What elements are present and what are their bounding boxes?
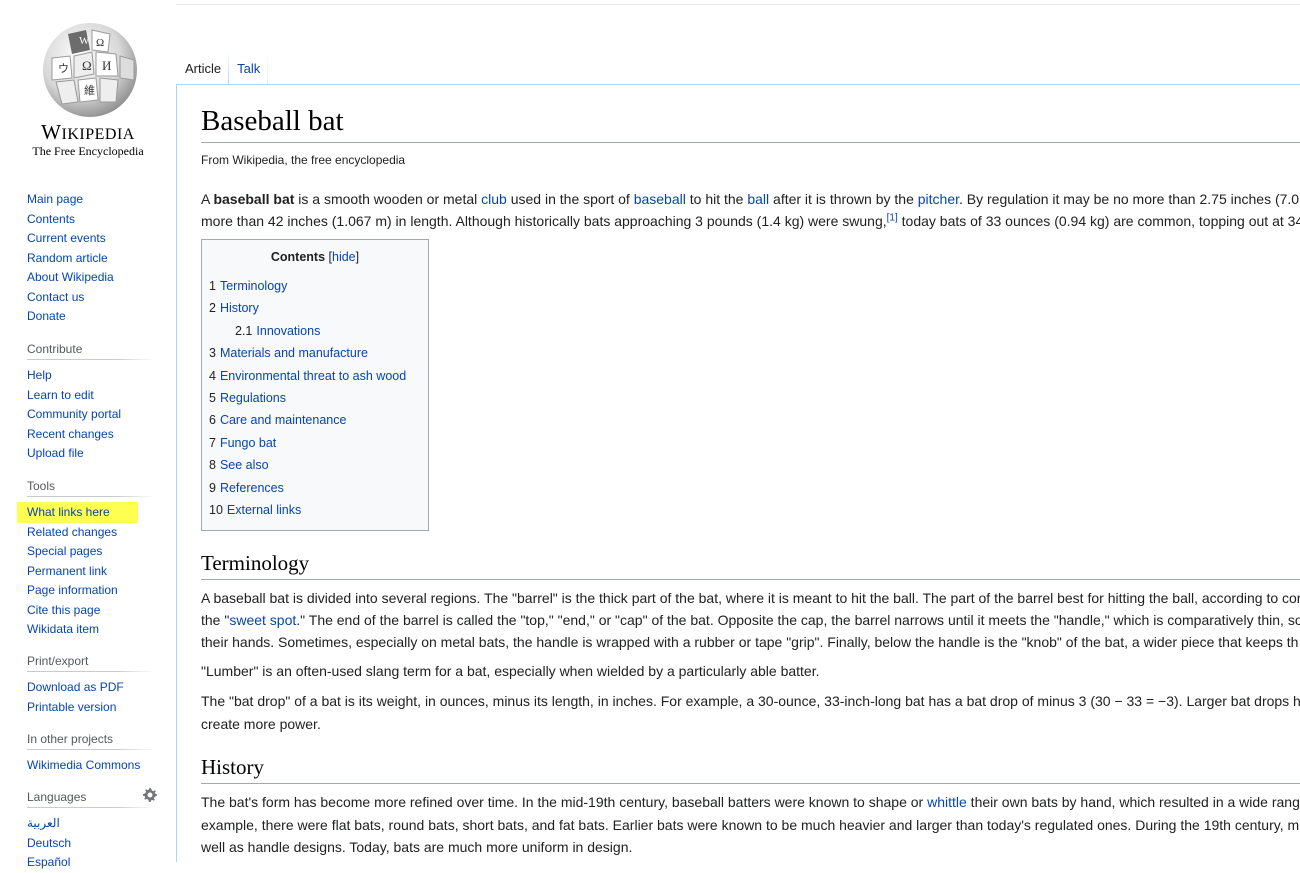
toc-toggle: [hide]	[328, 250, 360, 264]
languages-heading: Languages	[27, 790, 155, 808]
history-divider	[201, 783, 1300, 784]
link-club[interactable]: club	[481, 191, 507, 207]
tools-permanent-link[interactable]: Permanent link	[27, 564, 107, 578]
svg-text:W: W	[79, 35, 90, 47]
wikipedia-logo[interactable]: W Ω Ω И 維 ウ WIKIPEDIA The Free Encyclope…	[20, 18, 156, 163]
nav-contents[interactable]: Contents	[27, 212, 75, 226]
toc-item[interactable]: 6 Care and maintenance	[209, 409, 421, 431]
intro-line-2: more than 42 inches (1.067 m) in length.…	[201, 212, 1300, 229]
terminology-p1-line-3: their hands. Sometimes, especially on me…	[201, 634, 1299, 650]
nav-about-wikipedia[interactable]: About Wikipedia	[27, 270, 114, 284]
tools-page-information[interactable]: Page information	[27, 583, 118, 597]
terminology-p2: "Lumber" is an often-used slang term for…	[201, 663, 820, 679]
other-projects-portal: In other projects Wikimedia Commons	[27, 732, 155, 776]
nav-current-events[interactable]: Current events	[27, 231, 106, 245]
svg-text:Ω: Ω	[96, 37, 104, 49]
nav-random-article[interactable]: Random article	[27, 251, 108, 265]
svg-text:ウ: ウ	[58, 62, 69, 75]
link-ball[interactable]: ball	[747, 191, 769, 207]
toc-hide-link[interactable]: hide	[332, 250, 356, 264]
page-tabs: Article Talk	[177, 50, 269, 84]
terminology-heading: Terminology	[201, 551, 310, 575]
lang-arabic[interactable]: العربية	[27, 816, 60, 830]
wikipedia-wordmark: WIKIPEDIA	[20, 120, 156, 145]
wordmark-initial: W	[41, 120, 62, 144]
svg-text:И: И	[102, 58, 111, 73]
toc-item[interactable]: 4 Environmental threat to ash wood	[209, 365, 421, 387]
title-divider	[201, 142, 1300, 143]
tab-article[interactable]: Article	[177, 50, 230, 84]
toc-subitem[interactable]: 2.1 Innovations	[209, 320, 421, 342]
svg-text:Ω: Ω	[82, 58, 92, 73]
navigation-portal: Main page Contents Current events Random…	[27, 190, 155, 327]
lang-espanol[interactable]: Español	[27, 855, 70, 869]
terminology-p1-line-2: the "sweet spot." The end of the barrel …	[201, 612, 1300, 628]
top-border	[0, 4, 1300, 5]
terminology-divider	[201, 579, 1300, 580]
wordmark-rest: IKIPEDIA	[61, 126, 135, 143]
sidebar: W Ω Ω И 維 ウ WIKIPEDIA The Free Encyclope…	[0, 0, 176, 869]
article-content: Baseball bat From Wikipedia, the free en…	[176, 84, 1300, 862]
contribute-heading: Contribute	[27, 342, 155, 360]
svg-text:維: 維	[84, 84, 95, 97]
terminology-p3-line-1: The "bat drop" of a bat is its weight, i…	[201, 693, 1300, 709]
wikipedia-tagline: The Free Encyclopedia	[32, 144, 144, 158]
link-sweet-spot[interactable]: sweet spot	[229, 612, 296, 628]
contribute-community-portal[interactable]: Community portal	[27, 407, 121, 421]
contribute-upload-file[interactable]: Upload file	[27, 446, 84, 460]
nav-contact-us[interactable]: Contact us	[27, 290, 84, 304]
gear-icon[interactable]	[143, 788, 157, 802]
wikipedia-globe-icon: W Ω Ω И 維 ウ	[43, 23, 137, 117]
link-baseball[interactable]: baseball	[634, 191, 686, 207]
tools-wikidata-item[interactable]: Wikidata item	[27, 622, 99, 636]
history-heading: History	[201, 755, 264, 779]
toc-item[interactable]: 10 External links	[209, 499, 421, 521]
history-line-2: example, there were flat bats, round bat…	[201, 817, 1300, 833]
tools-portal: Tools What links here Related changes Sp…	[17, 479, 155, 640]
print-printable-version[interactable]: Printable version	[27, 700, 116, 714]
tools-cite-this-page[interactable]: Cite this page	[27, 603, 100, 617]
project-wikimedia-commons[interactable]: Wikimedia Commons	[27, 758, 140, 772]
contribute-learn-to-edit[interactable]: Learn to edit	[27, 388, 94, 402]
bold-term: baseball bat	[213, 191, 295, 207]
toc-item[interactable]: 9 References	[209, 477, 421, 499]
lang-deutsch[interactable]: Deutsch	[27, 836, 71, 850]
print-export-portal: Print/export Download as PDF Printable v…	[27, 654, 155, 717]
toc-item[interactable]: 7 Fungo bat	[209, 432, 421, 454]
tools-heading: Tools	[27, 479, 155, 497]
terminology-p3-line-2: create more power.	[201, 716, 321, 732]
contribute-portal: Contribute Help Learn to edit Community …	[27, 342, 155, 464]
other-projects-heading: In other projects	[27, 732, 155, 750]
nav-donate[interactable]: Donate	[27, 309, 66, 323]
print-download-pdf[interactable]: Download as PDF	[27, 680, 124, 694]
table-of-contents: Contents [hide] 1 Terminology 2 History 2.…	[201, 239, 429, 531]
tools-what-links-here[interactable]: What links here	[17, 502, 138, 523]
toc-item[interactable]: 2 History	[209, 297, 421, 319]
languages-portal: Languages العربية Deutsch Español	[27, 788, 157, 873]
tab-talk[interactable]: Talk	[229, 50, 269, 84]
terminology-p1-line-1: A baseball bat is divided into several r…	[201, 590, 1300, 606]
nav-main-page[interactable]: Main page	[27, 192, 83, 206]
page-title: Baseball bat	[201, 105, 344, 137]
contribute-help[interactable]: Help	[27, 368, 52, 382]
print-export-heading: Print/export	[27, 654, 155, 672]
toc-item[interactable]: 5 Regulations	[209, 387, 421, 409]
contribute-recent-changes[interactable]: Recent changes	[27, 427, 114, 441]
link-whittle[interactable]: whittle	[927, 794, 967, 810]
tools-related-changes[interactable]: Related changes	[27, 525, 117, 539]
toc-title: Contents	[270, 250, 326, 264]
toc-header: Contents [hide]	[209, 250, 421, 264]
toc-item[interactable]: 3 Materials and manufacture	[209, 342, 421, 364]
history-line-1: The bat's form has become more refined o…	[201, 794, 1300, 810]
tools-special-pages[interactable]: Special pages	[27, 544, 102, 558]
reference-link[interactable]: [1]	[887, 212, 898, 223]
history-line-3: well as handle designs. Today, bats are …	[201, 839, 633, 855]
link-pitcher[interactable]: pitcher	[918, 191, 959, 207]
toc-item[interactable]: 1 Terminology	[209, 275, 421, 297]
intro-line-1: A baseball bat is a smooth wooden or met…	[201, 191, 1300, 207]
page-subtitle: From Wikipedia, the free encyclopedia	[201, 153, 406, 167]
toc-item[interactable]: 8 See also	[209, 454, 421, 476]
